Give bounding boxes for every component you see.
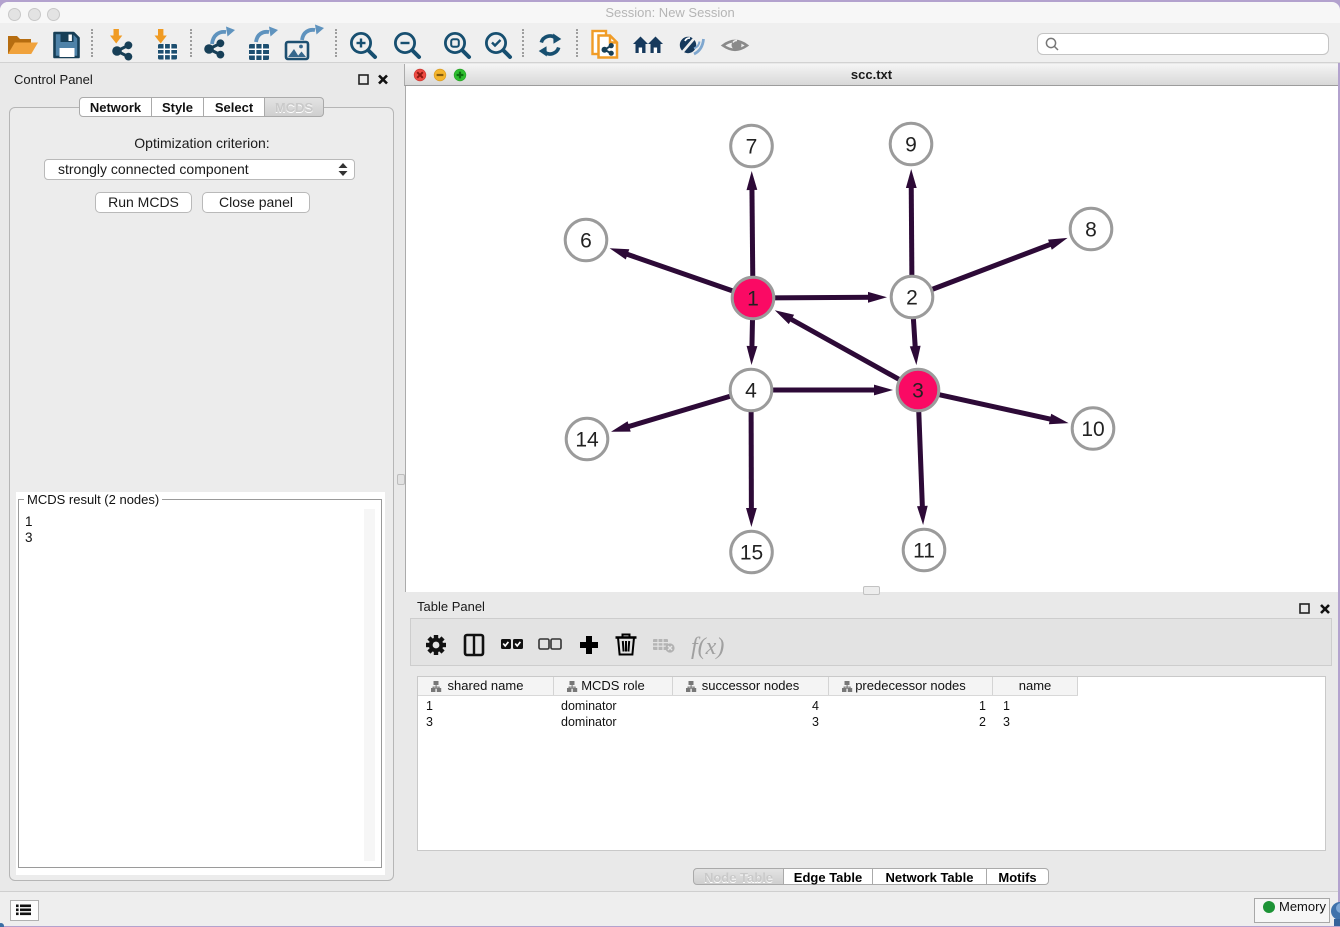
svg-text:6: 6 <box>580 230 592 253</box>
svg-text:f(x): f(x) <box>691 634 724 660</box>
svg-text:14: 14 <box>575 429 599 452</box>
svg-text:3: 3 <box>912 380 924 403</box>
svg-text:9: 9 <box>905 134 917 157</box>
svg-text:10: 10 <box>1081 418 1104 441</box>
svg-text:8: 8 <box>1085 219 1097 242</box>
svg-text:4: 4 <box>745 380 757 403</box>
svg-text:2: 2 <box>906 287 918 310</box>
svg-text:15: 15 <box>740 542 763 565</box>
svg-text:7: 7 <box>746 136 758 159</box>
svg-text:1: 1 <box>747 288 759 311</box>
svg-text:11: 11 <box>913 540 935 563</box>
